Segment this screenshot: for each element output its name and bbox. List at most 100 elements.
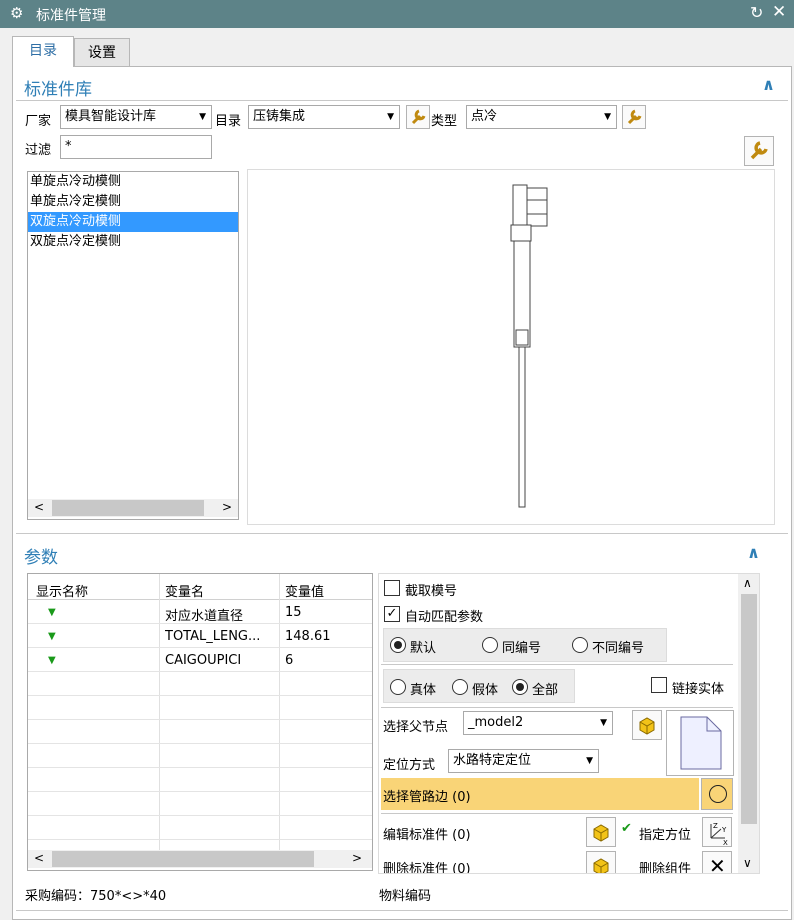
collapse-params-icon[interactable]: ∧ [747,543,760,562]
chevron-down-icon: ▼ [586,756,593,766]
horizontal-scrollbar[interactable]: < > [28,499,238,517]
scroll-right-icon: > [352,851,363,865]
vendor-label: 厂家 [25,114,52,129]
filter-label: 过滤 [25,143,52,158]
new-file-button[interactable] [666,710,734,776]
scroll-thumb [52,500,204,516]
circle-icon [709,785,727,803]
edit-part-button[interactable] [586,817,616,847]
delete-component-button[interactable]: ✕ [702,851,732,874]
delete-label: 删除标准件 (0) [383,862,471,874]
truncate-label: 截取模号 [405,584,458,599]
collapse-library-icon[interactable]: ∧ [762,75,775,94]
table-row-empty [28,720,372,744]
orient-label: 指定方位 [639,828,692,843]
parent-label: 选择父节点 [383,720,449,735]
var-name: CAIGOUPICI [165,653,242,668]
type-select[interactable]: 点冷 ▼ [466,105,617,129]
table-row-empty [28,672,372,696]
svg-text:X: X [723,839,728,846]
table-row-empty [28,744,372,768]
type-wrench-button[interactable] [622,105,646,129]
table-row[interactable]: ▼ CAIGOUPICI 6 [28,648,372,672]
vertical-scrollbar[interactable]: ∧ ∨ [738,574,759,873]
scroll-left-icon: < [34,500,45,514]
expand-arrow-icon: ▼ [48,655,56,666]
radio-label: 同编号 [502,641,542,656]
var-name: TOTAL_LENG... [165,629,261,644]
list-item-selected[interactable]: 双旋点冷动模侧 [28,212,238,232]
filter-input[interactable]: * [60,135,212,159]
var-value[interactable]: 6 [285,653,293,668]
vendor-select[interactable]: 模具智能设计库 ▼ [60,105,212,129]
select-pipe-edge-row[interactable]: 选择管路边 (0) [381,778,699,810]
chevron-down-icon: ▼ [387,112,394,122]
svg-text:Y: Y [721,826,727,834]
delete-part-button[interactable] [586,851,616,873]
auto-match-checkbox[interactable]: ✓ [384,606,400,622]
table-row-empty [28,792,372,816]
position-select[interactable]: 水路特定定位 ▼ [448,749,599,773]
expand-arrow-icon: ▼ [48,631,56,642]
var-value[interactable]: 148.61 [285,629,331,644]
horizontal-scrollbar[interactable]: < > [28,850,372,868]
chevron-down-icon: ▼ [604,112,611,122]
chevron-down-icon: ▼ [199,112,206,122]
coordinate-system-icon: Z YX [710,822,728,847]
body-all-radio[interactable] [512,679,528,695]
checkmark-icon: ✔ [621,821,632,836]
close-icon[interactable]: ✕ [772,2,786,22]
tab-catalog[interactable]: 目录 [12,36,74,67]
var-value[interactable]: 15 [285,605,302,620]
settings-wrench-button[interactable] [744,136,774,166]
position-label: 定位方式 [383,758,436,773]
table-row-empty [28,768,372,792]
var-name: 对应水道直径 [165,609,244,624]
gear-icon[interactable]: ⚙ [10,4,23,22]
catalog-wrench-button[interactable] [406,105,430,129]
tab-settings[interactable]: 设置 [74,38,130,66]
select-edge-button[interactable] [701,778,733,810]
mode-radio-group: 默认 同编号 不同编号 [383,628,667,662]
column-header[interactable]: 变量名 [165,581,204,600]
blank-page-icon [680,716,722,770]
body-fake-radio[interactable] [452,679,468,695]
table-row-empty [28,816,372,840]
mode-different-radio[interactable] [572,637,588,653]
table-row[interactable]: ▼ TOTAL_LENG... 148.61 [28,624,372,648]
catalog-label: 目录 [215,114,242,129]
library-list[interactable]: 单旋点冷动模侧 单旋点冷定模侧 双旋点冷动模侧 双旋点冷定模侧 < > [27,171,239,520]
x-icon: ✕ [709,854,726,874]
body-radio-group: 真体 假体 全部 [383,669,575,703]
orient-button[interactable]: ZYX [702,817,732,847]
column-header[interactable]: 显示名称 [36,581,88,600]
column-header[interactable]: 变量值 [285,581,324,600]
expand-arrow-icon: ▼ [48,607,56,618]
scroll-thumb [52,851,314,867]
catalog-select[interactable]: 压铸集成 ▼ [248,105,400,129]
mode-same-radio[interactable] [482,637,498,653]
link-solid-checkbox[interactable] [651,677,667,693]
title-bar: ⚙ 标准件管理 ↻ ✕ [0,0,794,28]
scroll-thumb [741,594,757,824]
cube-icon [593,824,609,842]
mode-default-radio[interactable] [390,637,406,653]
table-row[interactable]: ▼ 对应水道直径 15 [28,600,372,624]
body-real-radio[interactable] [390,679,406,695]
list-item[interactable]: 双旋点冷定模侧 [28,232,238,252]
scroll-left-icon: < [34,851,45,865]
list-item[interactable]: 单旋点冷定模侧 [28,192,238,212]
list-item[interactable]: 单旋点冷动模侧 [28,172,238,192]
scroll-down-icon: ∨ [743,856,752,870]
truncate-checkbox[interactable] [384,580,400,596]
library-section-title: 标准件库 [24,80,92,100]
part-preview [247,169,775,525]
wrench-icon [411,109,426,125]
wrench-icon [750,141,768,160]
params-section-title: 参数 [24,548,58,568]
reset-icon[interactable]: ↻ [750,3,763,22]
parent-select[interactable]: _model2 ▼ [463,711,613,735]
divider [381,664,733,665]
select-parent-button[interactable] [632,710,662,740]
scroll-up-icon: ∧ [743,576,752,590]
